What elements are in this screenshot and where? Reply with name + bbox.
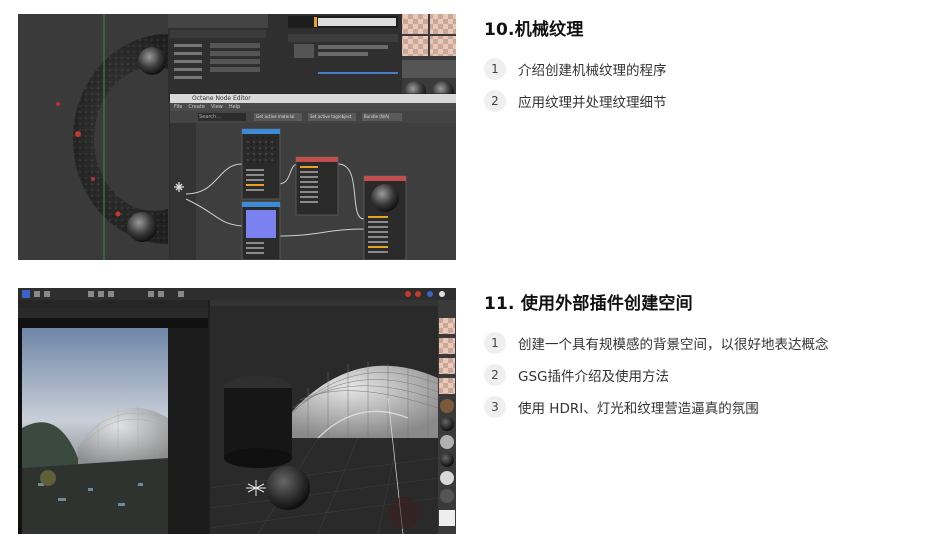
- section-external-plugin-space: 11. 使用外部插件创建空间 1 创建一个具有规模感的背景空间，以很好地表达概念…: [484, 292, 914, 428]
- menu-create[interactable]: Create: [188, 103, 205, 111]
- space-scene: [18, 288, 456, 534]
- step-number-badge: 2: [484, 364, 506, 386]
- node-editor-scene: [18, 14, 456, 260]
- menu-help[interactable]: Help: [229, 103, 240, 111]
- bundle-button[interactable]: Bundle (N/A): [364, 113, 402, 121]
- node-editor-menu: File Create View Help: [174, 103, 240, 111]
- screenshot-node-editor: Octane Node Editor File Create View Help…: [18, 14, 456, 260]
- get-active-material-button[interactable]: Get active material: [256, 113, 302, 121]
- set-active-tag-button[interactable]: Set active tag/object: [310, 113, 356, 121]
- menu-file[interactable]: File: [174, 103, 182, 111]
- step-list: 1 介绍创建机械纹理的程序 2 应用纹理并处理纹理细节: [484, 58, 914, 112]
- step-number-badge: 1: [484, 332, 506, 354]
- section-mechanical-texture: 10.机械纹理 1 介绍创建机械纹理的程序 2 应用纹理并处理纹理细节: [484, 18, 914, 122]
- step-text: 创建一个具有规模感的背景空间，以很好地表达概念: [518, 337, 829, 353]
- list-item: 2 GSG插件介绍及使用方法: [484, 364, 914, 386]
- step-text: 应用纹理并处理纹理细节: [518, 95, 667, 111]
- list-item: 3 使用 HDRI、灯光和纹理营造逼真的氛围: [484, 396, 914, 418]
- node-search-input[interactable]: Search...: [199, 113, 221, 121]
- step-number-badge: 1: [484, 58, 506, 80]
- step-list: 1 创建一个具有规模感的背景空间，以很好地表达概念 2 GSG插件介绍及使用方法…: [484, 332, 914, 418]
- list-item: 1 介绍创建机械纹理的程序: [484, 58, 914, 80]
- step-text: GSG插件介绍及使用方法: [518, 369, 669, 385]
- list-item: 2 应用纹理并处理纹理细节: [484, 90, 914, 112]
- list-item: 1 创建一个具有规模感的背景空间，以很好地表达概念: [484, 332, 914, 354]
- step-text: 介绍创建机械纹理的程序: [518, 63, 667, 79]
- screenshot-space-scene: [18, 288, 456, 534]
- step-number-badge: 2: [484, 90, 506, 112]
- section-title: 11. 使用外部插件创建空间: [484, 294, 693, 314]
- step-number-badge: 3: [484, 396, 506, 418]
- section-title: 10.机械纹理: [484, 20, 584, 40]
- menu-view[interactable]: View: [211, 103, 223, 111]
- node-editor-title: Octane Node Editor: [192, 95, 251, 102]
- step-text: 使用 HDRI、灯光和纹理营造逼真的氛围: [518, 401, 759, 417]
